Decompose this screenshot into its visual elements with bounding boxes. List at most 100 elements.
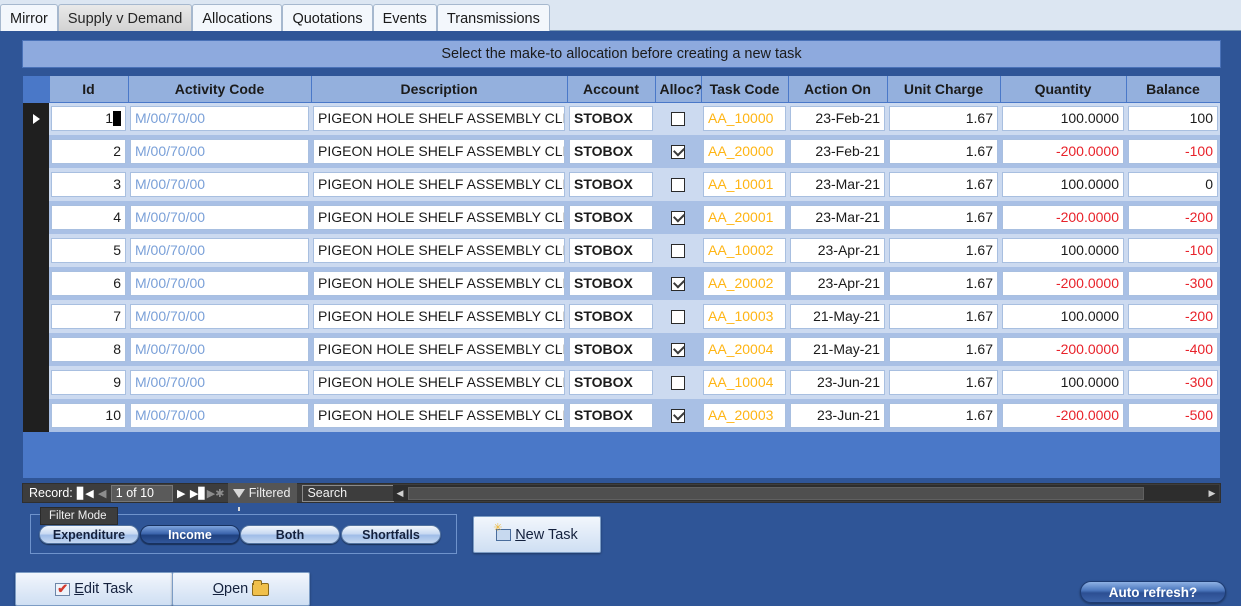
cell-unit-charge[interactable]: 1.67 (889, 205, 998, 230)
cell-activity-code[interactable]: M/00/70/00 (130, 271, 309, 296)
row-selector[interactable] (23, 366, 49, 399)
column-header-id[interactable]: Id (48, 76, 129, 103)
table-row[interactable]: 10 M/00/70/00 PIGEON HOLE SHELF ASSEMBLY C… (23, 399, 1220, 432)
cell-action-on[interactable]: 21-May-21 (790, 304, 885, 329)
cell-quantity[interactable]: 100.0000 (1002, 304, 1124, 329)
record-position-input[interactable]: 1 of 10 (110, 484, 173, 502)
cell-account[interactable]: STOBOX (569, 172, 653, 197)
checkbox-checked-icon[interactable] (671, 210, 685, 225)
new-task-button[interactable]: New Task (473, 516, 601, 553)
cell-account[interactable]: STOBOX (569, 271, 653, 296)
cell-activity-code[interactable]: M/00/70/00 (130, 337, 309, 362)
cell-action-on[interactable]: 23-Jun-21 (790, 370, 885, 395)
open-button[interactable]: Open (172, 572, 310, 606)
cell-activity-code[interactable]: M/00/70/00 (130, 172, 309, 197)
cell-alloc[interactable] (655, 267, 701, 300)
cell-alloc[interactable] (655, 234, 701, 267)
cell-activity-code[interactable]: M/00/70/00 (130, 106, 309, 132)
cell-unit-charge[interactable]: 1.67 (889, 370, 998, 395)
checkbox-unchecked-icon[interactable] (671, 177, 685, 192)
auto-refresh-button[interactable]: Auto refresh? (1080, 581, 1226, 603)
row-selector[interactable] (23, 267, 49, 300)
cell-balance[interactable]: -300 (1128, 370, 1218, 395)
row-selector[interactable] (23, 102, 49, 135)
cell-unit-charge[interactable]: 1.67 (889, 337, 998, 362)
cell-balance[interactable]: -500 (1128, 403, 1218, 428)
row-selector[interactable] (23, 399, 49, 432)
cell-alloc[interactable] (655, 333, 701, 366)
cell-description[interactable]: PIGEON HOLE SHELF ASSEMBLY CLEAR (313, 337, 565, 362)
search-input[interactable]: Search (302, 484, 395, 502)
column-header-quantity[interactable]: Quantity (999, 76, 1127, 103)
cell-quantity[interactable]: -200.0000 (1002, 205, 1124, 230)
last-record-icon[interactable]: ▶▊ (190, 487, 207, 500)
cell-activity-code[interactable]: M/00/70/00 (130, 370, 309, 395)
cell-action-on[interactable]: 23-Apr-21 (790, 238, 885, 263)
cell-unit-charge[interactable]: 1.67 (889, 271, 998, 296)
column-header-action-on[interactable]: Action On (787, 76, 888, 103)
cell-activity-code[interactable]: M/00/70/00 (130, 238, 309, 263)
filter-option-both[interactable]: Both (240, 525, 340, 544)
cell-balance[interactable]: -100 (1128, 238, 1218, 263)
cell-quantity[interactable]: 100.0000 (1002, 106, 1124, 132)
new-record-icon[interactable]: ▶✱ (207, 487, 225, 500)
scroll-left-icon[interactable]: ◀ (393, 486, 407, 500)
cell-description[interactable]: PIGEON HOLE SHELF ASSEMBLY CLEAR (313, 304, 565, 329)
cell-balance[interactable]: 0 (1128, 172, 1218, 197)
cell-account[interactable]: STOBOX (569, 403, 653, 428)
cell-unit-charge[interactable]: 1.67 (889, 403, 998, 428)
checkbox-checked-icon[interactable] (671, 144, 685, 159)
cell-action-on[interactable]: 21-May-21 (790, 337, 885, 362)
cell-balance[interactable]: -200 (1128, 205, 1218, 230)
cell-unit-charge[interactable]: 1.67 (889, 139, 998, 164)
cell-account[interactable]: STOBOX (569, 370, 653, 395)
cell-quantity[interactable]: -200.0000 (1002, 403, 1124, 428)
cell-alloc[interactable] (655, 168, 701, 201)
cell-quantity[interactable]: 100.0000 (1002, 238, 1124, 263)
cell-action-on[interactable]: 23-Jun-21 (790, 403, 885, 428)
cell-unit-charge[interactable]: 1.67 (889, 172, 998, 197)
checkbox-checked-icon[interactable] (671, 342, 685, 357)
cell-quantity[interactable]: 100.0000 (1002, 370, 1124, 395)
cell-alloc[interactable] (655, 300, 701, 333)
cell-alloc[interactable] (655, 399, 701, 432)
column-header-balance[interactable]: Balance (1125, 76, 1220, 103)
table-row[interactable]: 6 M/00/70/00 PIGEON HOLE SHELF ASSEMBLY CL… (23, 267, 1220, 300)
cell-id[interactable]: 10 (51, 403, 126, 428)
cell-id[interactable]: 8 (51, 337, 126, 362)
cell-description[interactable]: PIGEON HOLE SHELF ASSEMBLY CLEAR (313, 238, 565, 263)
table-row[interactable]: 7 M/00/70/00 PIGEON HOLE SHELF ASSEMBLY CL… (23, 300, 1220, 333)
cell-account[interactable]: STOBOX (569, 106, 653, 132)
cell-id[interactable]: 5 (51, 238, 126, 263)
cell-description[interactable]: PIGEON HOLE SHELF ASSEMBLY CLEAR (313, 370, 565, 395)
cell-action-on[interactable]: 23-Feb-21 (790, 106, 885, 132)
cell-alloc[interactable] (655, 201, 701, 234)
scroll-right-icon[interactable]: ▶ (1205, 486, 1219, 500)
cell-balance[interactable]: 100 (1128, 106, 1218, 132)
tab-events[interactable]: Events (372, 4, 437, 31)
cell-action-on[interactable]: 23-Mar-21 (790, 172, 885, 197)
cell-description[interactable]: PIGEON HOLE SHELF ASSEMBLY CLEAR (313, 139, 565, 164)
tab-transmissions[interactable]: Transmissions (436, 4, 550, 31)
checkbox-unchecked-icon[interactable] (671, 112, 685, 127)
cell-description[interactable]: PIGEON HOLE SHELF ASSEMBLY CLEAR (313, 172, 565, 197)
cell-balance[interactable]: -200 (1128, 304, 1218, 329)
cell-activity-code[interactable]: M/00/70/00 (130, 304, 309, 329)
cell-alloc[interactable] (655, 135, 701, 168)
cell-id[interactable]: 3 (51, 172, 126, 197)
filter-option-expenditure[interactable]: Expenditure (39, 525, 139, 544)
cell-balance[interactable]: -400 (1128, 337, 1218, 362)
checkbox-unchecked-icon[interactable] (671, 375, 685, 390)
cell-id[interactable]: 4 (51, 205, 126, 230)
tab-supply-v-demand[interactable]: Supply v Demand (57, 4, 193, 31)
cell-alloc[interactable] (655, 102, 701, 135)
cell-task-code[interactable]: AA_10001 (703, 172, 786, 197)
table-row[interactable]: 2 M/00/70/00 PIGEON HOLE SHELF ASSEMBLY CL… (23, 135, 1220, 168)
row-selector[interactable] (23, 333, 49, 366)
horizontal-scrollbar[interactable]: ◀ ▶ (393, 485, 1219, 501)
cell-task-code[interactable]: AA_10000 (703, 106, 786, 132)
previous-record-icon[interactable]: ◀ (94, 487, 111, 500)
tab-allocations[interactable]: Allocations (192, 4, 283, 31)
cell-description[interactable]: PIGEON HOLE SHELF ASSEMBLY CLEAR (313, 106, 565, 132)
cell-account[interactable]: STOBOX (569, 139, 653, 164)
